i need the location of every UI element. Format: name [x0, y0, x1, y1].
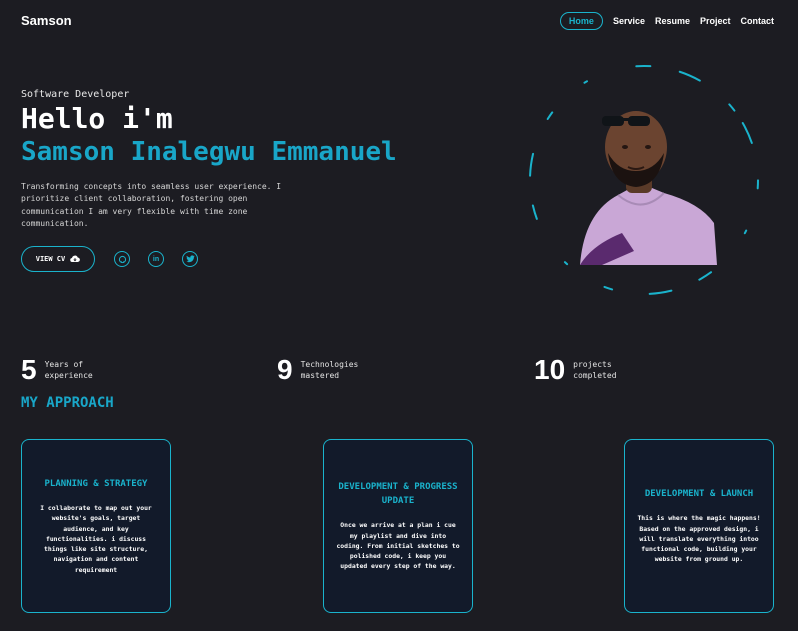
stat-projects: 10 projects completed — [534, 354, 633, 386]
card-title: DEVELOPMENT & LAUNCH — [644, 489, 754, 500]
stat-experience: 5 Years of experience — [21, 354, 105, 386]
nav-contact[interactable]: Contact — [741, 12, 775, 30]
stat-label: Technologies mastered — [300, 360, 359, 380]
main-nav: Home Service Resume Project Contact — [559, 12, 775, 30]
cloud-download-icon — [70, 255, 81, 263]
hero-name: Samson Inalegwu Emmanuel — [21, 137, 397, 167]
hero-description: Transforming concepts into seamless user… — [21, 182, 282, 229]
github-link[interactable] — [114, 251, 130, 267]
approach-heading: MY APPROACH — [21, 395, 114, 411]
card-body: I collaborate to map out your website's … — [40, 504, 152, 574]
stat-value: 9 — [277, 354, 293, 385]
view-cv-label: VIEW CV — [35, 255, 66, 263]
linkedin-icon: in — [152, 255, 160, 263]
nav-resume[interactable]: Resume — [655, 12, 690, 30]
nav-service[interactable]: Service — [613, 12, 645, 30]
card-title: DEVELOPMENT & PROGRESS UPDATE — [338, 482, 458, 507]
approach-card-planning: PLANNING & STRATEGY I collaborate to map… — [21, 439, 171, 613]
view-cv-button[interactable]: VIEW CV — [21, 246, 95, 272]
stat-value: 10 — [534, 354, 566, 385]
approach-card-development: DEVELOPMENT & PROGRESS UPDATE Once we ar… — [323, 439, 473, 613]
card-title: PLANNING & STRATEGY — [44, 479, 148, 490]
stat-technologies: 9 Technologies mastered — [277, 354, 361, 386]
nav-project[interactable]: Project — [700, 12, 731, 30]
stat-label: Years of experience — [44, 360, 93, 380]
linkedin-link[interactable]: in — [148, 251, 164, 267]
nav-home[interactable]: Home — [559, 12, 603, 30]
approach-card-launch: DEVELOPMENT & LAUNCH This is where the m… — [624, 439, 774, 613]
card-body: This is where the magic happens! Based o… — [637, 514, 761, 564]
profile-photo — [529, 65, 759, 295]
card-body: Once we arrive at a plan i cue my playli… — [336, 521, 460, 571]
github-icon — [118, 255, 126, 263]
twitter-icon — [185, 255, 195, 263]
site-logo[interactable]: Samson — [21, 13, 72, 28]
stat-value: 5 — [21, 354, 37, 385]
hero-subtitle: Software Developer — [21, 89, 130, 100]
stat-label: projects completed — [573, 360, 617, 380]
twitter-link[interactable] — [182, 251, 198, 267]
hero-greeting: Hello i'm — [21, 102, 173, 135]
